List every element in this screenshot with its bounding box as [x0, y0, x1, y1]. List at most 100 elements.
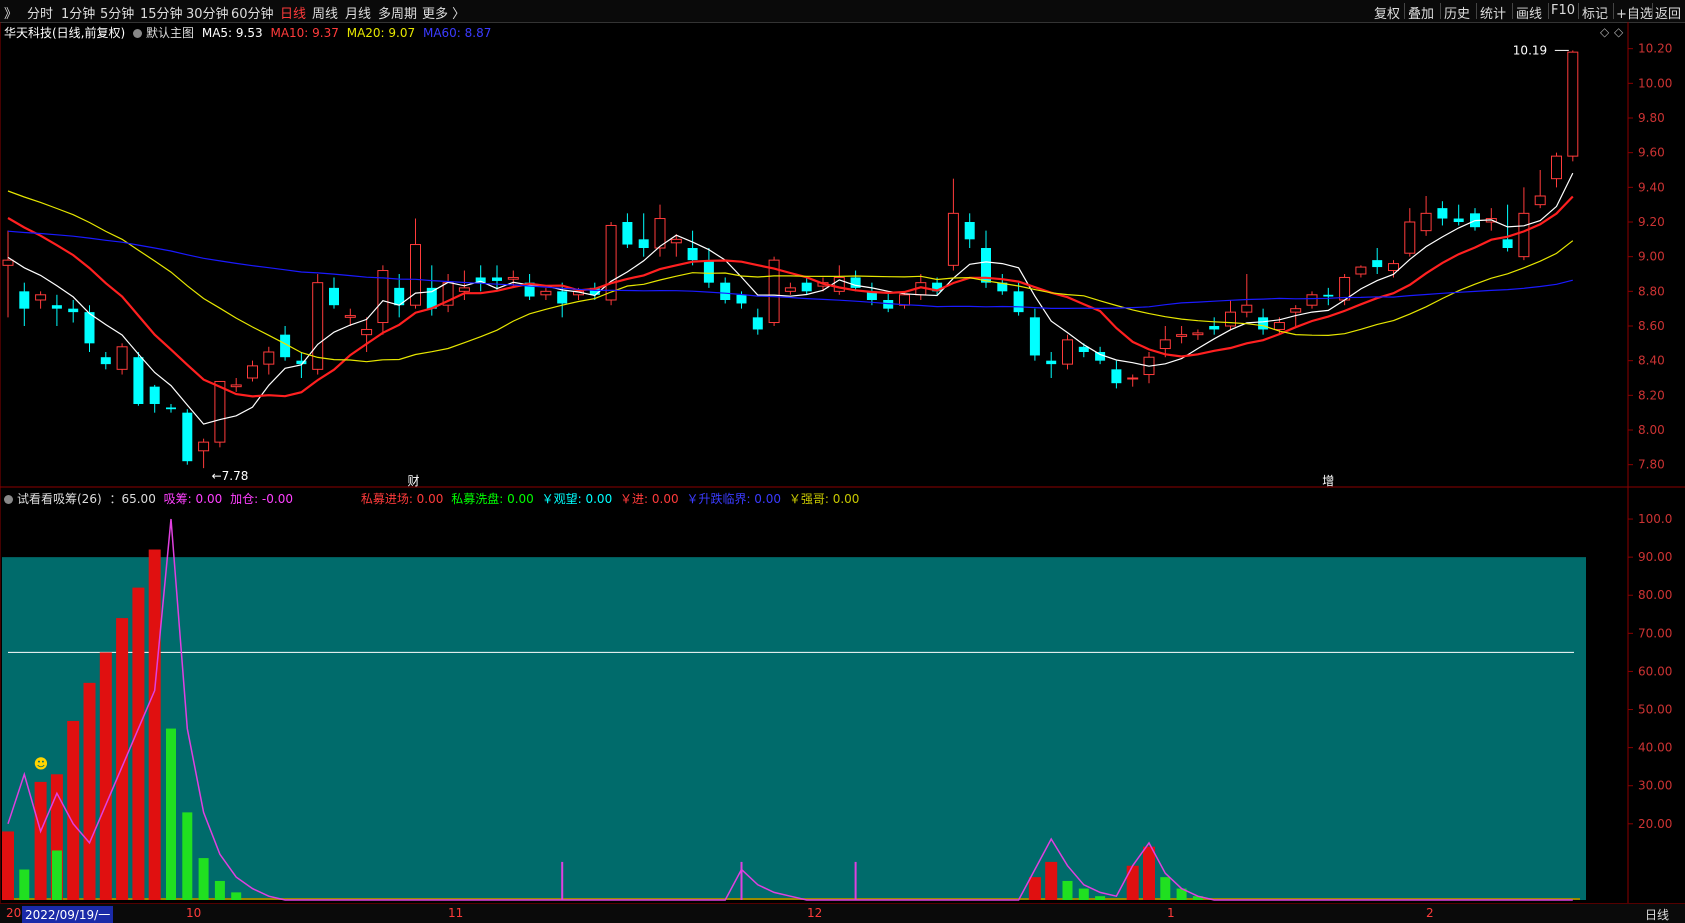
candle-body-up	[1534, 195, 1546, 206]
green-bar	[214, 880, 225, 900]
event-marker-cai: 财	[408, 474, 420, 488]
candle-body-up	[1567, 51, 1579, 157]
candle-body-up	[1339, 276, 1351, 301]
candle-body-up	[605, 224, 617, 301]
green-bar	[1095, 896, 1106, 900]
candle-body-down	[1209, 326, 1220, 330]
event-marker-zeng: 增	[1322, 474, 1334, 488]
candle-body-down	[51, 305, 62, 309]
candle-body-up	[344, 315, 356, 318]
sub-y-tick-label: 60.00	[1638, 664, 1672, 678]
month-label: 11	[448, 906, 464, 920]
candle-body-up	[116, 346, 128, 370]
ma60-line	[7, 230, 1573, 310]
candle-body-down	[1372, 260, 1383, 268]
candle-body-down	[1078, 346, 1089, 352]
red-bar	[1028, 877, 1041, 900]
green-bar	[166, 728, 176, 900]
candle-body-up	[2, 259, 14, 266]
red-bar	[132, 587, 145, 900]
green-bar	[51, 850, 62, 900]
period-label: 日线	[1645, 908, 1670, 922]
candle-body-down	[68, 308, 79, 313]
candle-body-down	[752, 317, 763, 330]
y-tick-label: 9.20	[1638, 215, 1665, 229]
candle-body-up	[1551, 155, 1562, 180]
y-tick-label: 7.80	[1638, 458, 1665, 472]
red-bar	[148, 549, 161, 900]
candle-body-down	[329, 287, 339, 306]
kline-chart[interactable]: ☻ 10.20 10.00 9.80 9.60 9.40 9.20 9.00 8.80 8.60…	[0, 0, 1685, 903]
candle-body-up	[214, 380, 226, 443]
candle-body-up	[263, 351, 275, 365]
red-bar	[1143, 846, 1155, 900]
y-tick-label: 9.00	[1638, 250, 1665, 264]
candle-body-up	[784, 287, 796, 292]
sub-y-tick-label: 30.00	[1638, 779, 1672, 793]
candle-body-up	[540, 290, 552, 296]
red-bar	[34, 781, 47, 900]
candle-body-up	[1127, 377, 1139, 380]
candle-body-down	[801, 282, 812, 292]
month-label: 2	[1426, 906, 1434, 920]
red-bar	[99, 652, 112, 900]
candle-body-down	[182, 412, 193, 462]
candle-body-down	[622, 222, 633, 245]
high-price-label: 10.19	[1513, 43, 1547, 57]
candle-body-down	[964, 222, 975, 240]
candle-body-down	[1258, 317, 1269, 330]
candle-body-down	[1453, 218, 1464, 222]
candle-body-up	[458, 287, 470, 292]
cursor-date: 2022/09/19/一	[22, 906, 114, 923]
candle-body-up	[1241, 304, 1253, 313]
sub-y-tick-label: 100.0	[1638, 512, 1672, 526]
candle-body-down	[720, 282, 731, 300]
green-bar	[1078, 888, 1089, 900]
candle-body-down	[1437, 208, 1448, 219]
candle-body-down	[1111, 369, 1122, 384]
candle-body-up	[899, 294, 910, 306]
month-label: 12	[807, 906, 823, 920]
ma20-line	[7, 190, 1574, 363]
candle-body-down	[149, 386, 160, 404]
green-bar	[1160, 877, 1171, 900]
y-tick-label: 8.80	[1638, 284, 1665, 298]
candle-body-up	[1355, 266, 1367, 275]
candle-body-down	[100, 357, 111, 365]
candle-body-up	[1388, 263, 1399, 272]
diamond-icon: ◇	[1600, 25, 1610, 39]
red-bar	[2, 831, 14, 900]
candle-body-down	[1323, 294, 1334, 297]
red-bar	[1045, 861, 1058, 900]
month-label: 1	[1167, 906, 1175, 920]
y-tick-label: 9.80	[1638, 111, 1665, 125]
candle-body-down	[19, 291, 30, 309]
green-bar	[198, 858, 209, 900]
candle-body-up	[35, 294, 47, 301]
candle-body-down	[1095, 352, 1106, 361]
y-tick-label: 9.40	[1638, 180, 1665, 194]
red-bar	[116, 618, 129, 900]
candle-body-down	[84, 312, 95, 344]
candle-body-up	[507, 276, 519, 280]
sub-y-tick-label: 90.00	[1638, 550, 1672, 564]
candle-body-up	[1420, 212, 1432, 232]
y-tick-label: 8.00	[1638, 423, 1665, 437]
candle-body-down	[133, 357, 144, 404]
red-bar	[67, 720, 80, 900]
red-bar	[1126, 865, 1139, 900]
y-tick-label: 9.60	[1638, 146, 1665, 160]
sub-y-tick-label: 20.00	[1638, 817, 1672, 831]
candle-body-up	[1176, 334, 1188, 337]
sub-y-tick-label: 80.00	[1638, 588, 1672, 602]
candle-body-up	[947, 212, 959, 266]
candle-body-up	[1062, 339, 1073, 365]
candle-body-down	[1046, 360, 1057, 365]
date-axis: 20 2022/09/19/一 10 11 12 1 2 日线	[0, 903, 1685, 923]
smiley-icon: ☻	[34, 756, 49, 772]
y-tick-label: 8.20	[1638, 388, 1665, 402]
diamond-icon: ◇	[1614, 25, 1624, 39]
candle-body-down	[492, 277, 502, 281]
candle-body-up	[1225, 311, 1236, 327]
green-bar	[1062, 880, 1073, 900]
